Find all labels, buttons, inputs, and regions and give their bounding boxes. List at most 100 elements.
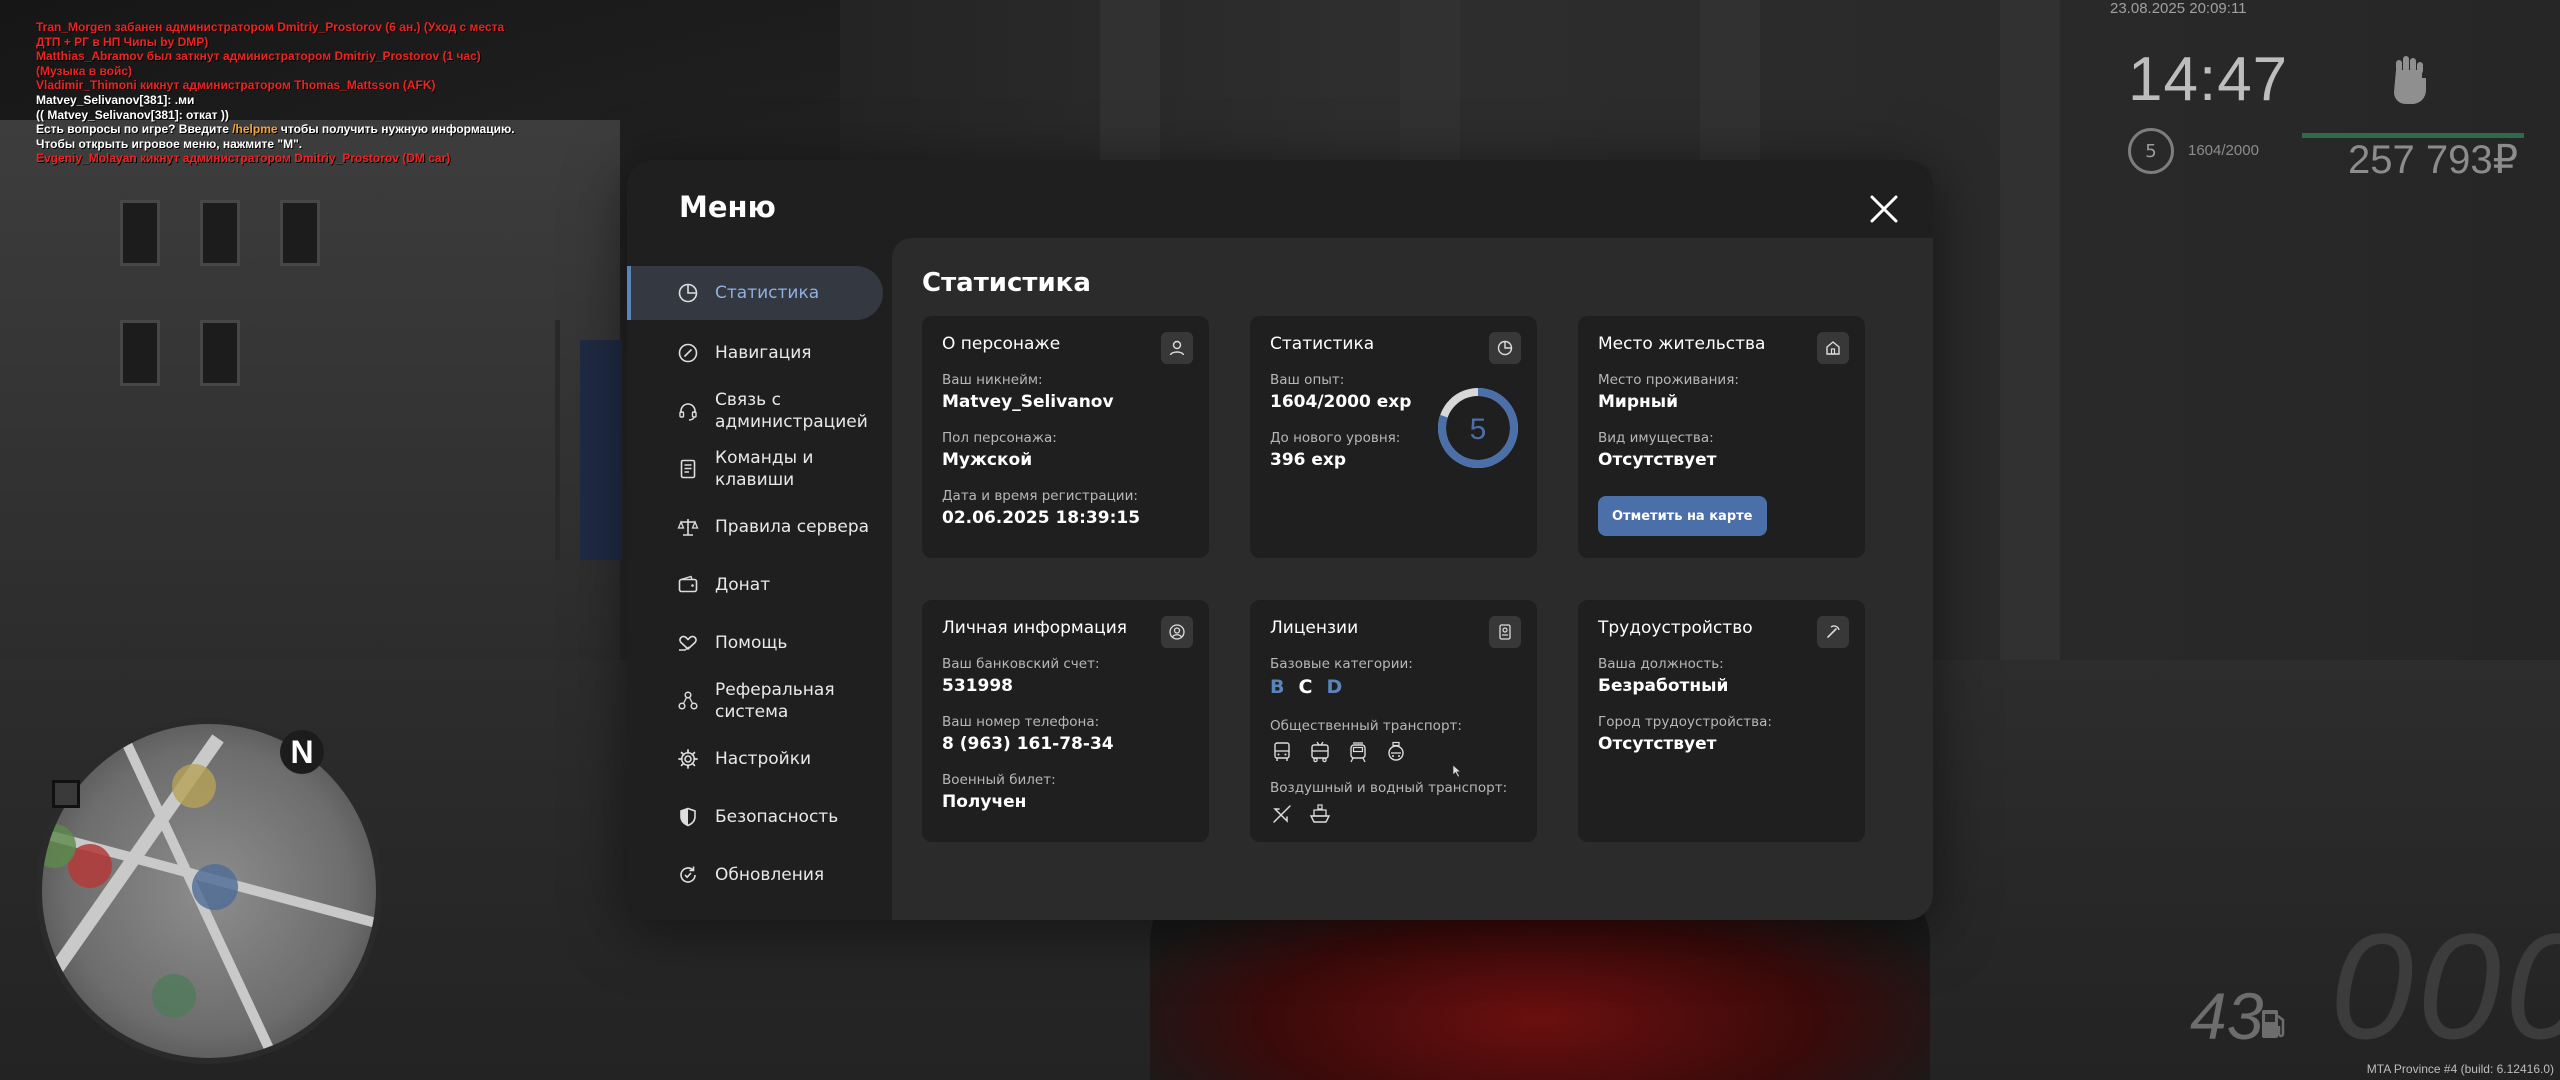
refresh-icon: [675, 862, 701, 888]
public-transport-icons: [1270, 740, 1408, 764]
chat-line: (( Matvey_Selivanov[381]: откат )): [36, 107, 229, 122]
chat-line: Tran_Morgen забанен администратором Dmit…: [36, 20, 505, 34]
level-number: 5: [1470, 413, 1487, 446]
card-employment: Трудоустройство Ваша должность: Безработ…: [1578, 600, 1865, 842]
hud-exp: 1604/2000: [2188, 142, 2259, 159]
sidebar-item-2[interactable]: Связь с администрацией: [627, 384, 883, 438]
card-title: Личная информация: [942, 618, 1128, 638]
next-level-value: 396 exp: [1270, 450, 1347, 470]
military-value: Получен: [942, 792, 1027, 812]
license-category: B: [1270, 676, 1285, 698]
chat-text: чтобы получить нужную информацию.: [277, 122, 515, 137]
sidebar-item-1[interactable]: Навигация: [627, 326, 883, 380]
reg-label: Дата и время регистрации:: [942, 488, 1138, 504]
menu-modal: Меню Статистика Навигация Связь с админист…: [627, 160, 1933, 920]
hud-level-ring: 5: [2128, 128, 2174, 174]
bank-blip-icon: [152, 974, 196, 1018]
public-transport-label: Общественный транспорт:: [1270, 718, 1462, 734]
wallet-icon: [675, 572, 701, 598]
chat-line: Matthias_Abramov был заткнут администрат…: [36, 49, 481, 64]
hud-money: 257 793₽: [2348, 138, 2519, 182]
gender-value: Мужской: [942, 450, 1033, 470]
sidebar-item-label: Настройки: [715, 749, 812, 769]
nick-label: Ваш никнейм:: [942, 372, 1043, 388]
boat-icon: [1308, 802, 1332, 826]
minimap: [36, 718, 382, 1064]
level-progress-ring: 5: [1438, 388, 1518, 468]
gender-label: Пол персонажа:: [942, 430, 1057, 446]
position-label: Ваша должность:: [1598, 656, 1724, 672]
sidebar-item-6[interactable]: Помощь: [627, 616, 883, 670]
bank-label: Ваш банковский счет:: [942, 656, 1100, 672]
shield-icon: [675, 804, 701, 830]
stats-content: Статистика О персонаже Ваш никнейм: Matv…: [892, 238, 1933, 920]
sidebar-item-5[interactable]: Донат: [627, 558, 883, 612]
card-licenses: Лицензии Базовые категории: BCD Обществе…: [1250, 600, 1537, 842]
tram-icon: [1346, 740, 1370, 764]
exp-label: Ваш опыт:: [1270, 372, 1345, 388]
pie-chart-icon: [1489, 332, 1521, 364]
card-title: Статистика: [1270, 334, 1375, 354]
street-lamp: [555, 320, 560, 560]
menu-title: Меню: [679, 190, 776, 224]
scales-icon: [675, 514, 701, 540]
air-water-label: Воздушный и водный транспорт:: [1270, 780, 1508, 796]
phone-label: Ваш номер телефона:: [942, 714, 1100, 730]
sidebar-item-8[interactable]: Настройки: [627, 732, 883, 786]
sidebar-item-label: Безопасность: [715, 807, 839, 827]
property-label: Вид имущества:: [1598, 430, 1714, 446]
reg-value: 02.06.2025 18:39:15: [942, 508, 1141, 528]
gear-icon: [675, 746, 701, 772]
card-title: О персонаже: [942, 334, 1061, 354]
fuel-icon: [2262, 1010, 2285, 1038]
nick-value: Matvey_Selivanov: [942, 392, 1114, 412]
card-personal: Личная информация Ваш банковский счет: 5…: [922, 600, 1209, 842]
menu-sidebar: Статистика Навигация Связь с администрацие…: [627, 260, 892, 920]
exp-value: 1604/2000 exp: [1270, 392, 1412, 412]
headset-icon: [675, 398, 701, 424]
minimap-marker-icon: [52, 780, 80, 808]
card-character: О персонаже Ваш никнейм: Matvey_Selivano…: [922, 316, 1209, 558]
card-title: Трудоустройство: [1598, 618, 1753, 638]
sidebar-item-4[interactable]: Правила сервера: [627, 500, 883, 554]
sidebar-item-7[interactable]: Реферальная система: [627, 674, 883, 728]
close-icon[interactable]: [1867, 192, 1901, 226]
next-level-label: До нового уровня:: [1270, 430, 1401, 446]
card-stats: Статистика Ваш опыт: 1604/2000 exp До но…: [1250, 316, 1537, 558]
sidebar-item-0[interactable]: Статистика: [627, 266, 883, 320]
sidebar-item-label: Помощь: [715, 633, 788, 653]
sidebar-item-label: Реферальная система: [715, 680, 835, 722]
bank-value: 531998: [942, 676, 1013, 696]
minimap-north-icon: N: [280, 730, 324, 774]
license-icon: [1489, 616, 1521, 648]
mouse-cursor-icon: [1452, 764, 1462, 778]
heart-hand-icon: [675, 630, 701, 656]
sidebar-item-label: Правила сервера: [715, 517, 870, 537]
chat-log: Tran_Morgen забанен администратором Dmit…: [36, 20, 515, 166]
sidebar-item-10[interactable]: Обновления: [627, 848, 883, 902]
phone-value: 8 (963) 161-78-34: [942, 734, 1114, 754]
card-title: Лицензии: [1270, 618, 1359, 638]
sidebar-item-3[interactable]: Команды и клавиши: [627, 442, 883, 496]
chat-command: /helpme: [232, 122, 278, 137]
compass-icon: [675, 340, 701, 366]
license-category: C: [1298, 676, 1313, 698]
bus-icon: [1270, 740, 1294, 764]
hud-clock: 14:47: [2128, 45, 2289, 114]
card-residence: Место жительства Место проживания: Мирны…: [1578, 316, 1865, 558]
police-blip-icon: [192, 864, 238, 910]
sidebar-item-label: Обновления: [715, 865, 825, 885]
sidebar-item-9[interactable]: Безопасность: [627, 790, 883, 844]
sidebar-item-label: Связь с администрацией: [715, 390, 868, 432]
card-title: Место жительства: [1598, 334, 1766, 354]
section-title: Статистика: [922, 268, 1091, 298]
chat-line: Evgeniy_Molayan кикнут администратором D…: [36, 151, 451, 166]
air-water-icons: [1270, 802, 1332, 826]
sidebar-item-label: Навигация: [715, 343, 812, 363]
taxi-icon: [1384, 740, 1408, 764]
sidebar-item-label: Донат: [715, 575, 771, 595]
chat-line: ДТП + РГ в НП Чипы by DMP): [36, 34, 209, 49]
user-icon: [1161, 332, 1193, 364]
build-info: MTA Province #4 (build: 6.12416.0): [2366, 1062, 2554, 1076]
mark-on-map-button[interactable]: Отметить на карте: [1598, 496, 1767, 536]
